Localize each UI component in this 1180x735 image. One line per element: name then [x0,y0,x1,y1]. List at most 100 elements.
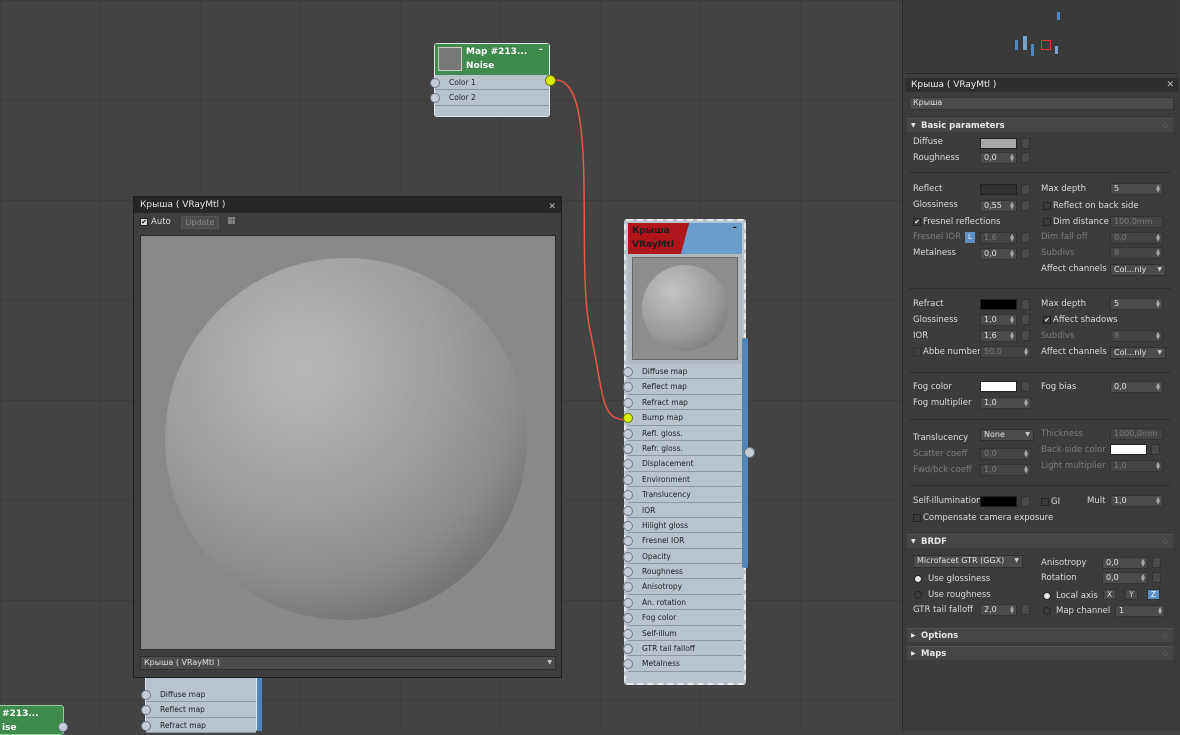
refract-color-swatch[interactable] [980,299,1017,310]
refr-glossiness-spinner[interactable]: 1,0 ▲ ▼ [980,314,1017,326]
mtl-slot[interactable]: Fog color [623,610,742,626]
anisotropy-map-button[interactable] [1152,557,1161,568]
spinner-arrows-icon[interactable]: ▲ ▼ [1141,574,1145,583]
light-multiplier-spinner[interactable]: 1,0 ▲ ▼ [1110,460,1163,472]
socket-icon[interactable] [623,474,633,485]
basic-parameters-rollout[interactable]: ▼ Basic parameters ⁘ [907,118,1173,132]
mtl-slot[interactable]: Refract map [623,394,742,411]
behind-slot[interactable]: Diffuse map [141,687,256,703]
roughness-spinner[interactable]: 0,0 ▲ ▼ [980,152,1017,164]
abbe-checkbox[interactable] [913,348,921,356]
close-icon[interactable]: ✕ [1166,78,1174,92]
refract-map-button[interactable] [1021,299,1030,310]
use-roughness-radio[interactable] [914,591,922,599]
noise-slot-color2[interactable]: Color 2 [430,90,549,106]
fog-color-map-button[interactable] [1021,381,1030,392]
refr-max-depth-spinner[interactable]: 5 ▲ ▼ [1110,298,1163,310]
noise-map-node[interactable]: Map #213... Noise – Color 1 Color 2 [430,43,556,117]
refr-affect-channels-dropdown[interactable]: Col...nly ▼ [1110,347,1166,359]
reflect-backside-checkbox[interactable] [1043,202,1051,210]
spinner-arrows-icon[interactable]: ▲ ▼ [1156,332,1160,341]
metalness-spinner[interactable]: 0,0 ▲ ▼ [980,248,1017,260]
socket-icon[interactable] [623,443,633,454]
maps-rollout[interactable]: ▶ Maps ⁘ [907,646,1173,660]
socket-icon[interactable] [623,367,633,377]
axis-y-button[interactable]: Y [1125,589,1138,600]
spinner-arrows-icon[interactable]: ▲ ▼ [1156,300,1160,309]
fresnel-checkbox[interactable]: ✔ [913,218,921,226]
refl-affect-channels-dropdown[interactable]: Col...nly ▼ [1110,264,1166,276]
material-preview-window[interactable]: Крыша ( VRayMtl ) ✕ ✔ Auto Update ▦ Крыш… [133,196,562,678]
mtl-slot[interactable]: Diffuse map [623,364,742,380]
socket-icon[interactable] [141,720,151,731]
refl-max-depth-spinner[interactable]: 5 ▲ ▼ [1110,183,1163,195]
thickness-spinner[interactable]: 1000,0mm [1110,428,1163,440]
dim-distance-spinner[interactable]: 100,0mm [1110,216,1163,228]
material-name-field[interactable]: Крыша [909,97,1174,110]
spinner-arrows-icon[interactable]: ▲ ▼ [1010,234,1014,243]
socket-icon[interactable] [623,582,633,593]
socket-icon[interactable] [623,567,633,578]
socket-icon[interactable] [623,459,633,470]
socket-icon[interactable] [623,536,633,547]
mult-spinner[interactable]: 1,0 ▲ ▼ [1110,495,1163,507]
spinner-arrows-icon[interactable]: ▲ ▼ [1010,202,1014,211]
mtl-slot[interactable]: Opacity [623,548,742,565]
socket-icon[interactable] [623,659,633,670]
reflect-map-button[interactable] [1021,184,1030,195]
preview-material-dropdown[interactable]: Крыша ( VRayMtl ) ▼ [140,656,556,670]
anisotropy-spinner[interactable]: 0,0 ▲ ▼ [1102,557,1148,569]
use-glossiness-radio[interactable] [914,575,922,583]
compensate-exposure-checkbox[interactable] [913,514,921,522]
gtr-tail-map-button[interactable] [1021,604,1030,615]
translucency-dropdown[interactable]: None ▼ [980,429,1034,441]
scatter-coeff-spinner[interactable]: 0,0 ▲ ▼ [980,448,1031,460]
spinner-arrows-icon[interactable]: ▲ ▼ [1010,154,1014,163]
affect-shadows-checkbox[interactable]: ✔ [1043,316,1051,324]
axis-z-button[interactable]: Z [1147,589,1160,600]
gi-checkbox[interactable] [1041,498,1049,506]
socket-icon[interactable] [623,382,633,393]
socket-icon[interactable] [430,78,440,88]
dim-falloff-spinner[interactable]: 0,0 ▲ ▼ [1110,232,1163,244]
spinner-arrows-icon[interactable]: ▲ ▼ [1024,450,1028,459]
ior-spinner[interactable]: 1,6 ▲ ▼ [980,330,1017,342]
mtl-slot[interactable]: Refr. gloss. [623,440,742,457]
spinner-arrows-icon[interactable]: ▲ ▼ [1024,466,1028,475]
fresnel-ior-lock-button[interactable]: L [965,232,975,243]
refr-gloss-map-button[interactable] [1021,314,1030,325]
self-illum-map-button[interactable] [1021,496,1030,507]
gtr-tail-spinner[interactable]: 2,0 ▲ ▼ [980,604,1017,616]
rotation-map-button[interactable] [1152,572,1161,583]
spinner-arrows-icon[interactable]: ▲ ▼ [1141,559,1145,568]
socket-icon[interactable] [141,705,151,716]
socket-icon[interactable] [623,428,633,439]
mtl-slot[interactable]: Fresnel IOR [623,533,742,549]
ior-map-button[interactable] [1021,330,1030,341]
spinner-arrows-icon[interactable]: ▲ ▼ [1010,332,1014,341]
abbe-spinner[interactable]: 50,0 ▲ ▼ [980,346,1031,358]
options-rollout[interactable]: ▶ Options ⁘ [907,628,1173,642]
socket-icon[interactable] [623,520,633,531]
mtl-slot[interactable]: Hilight gloss [623,517,742,534]
collapse-icon[interactable]: – [539,45,544,55]
spinner-arrows-icon[interactable]: ▲ ▼ [1010,250,1014,259]
socket-icon[interactable] [623,644,633,655]
socket-icon[interactable] [623,505,633,516]
settings-icon[interactable]: ▦ [227,216,236,226]
mtl-slot[interactable]: Displacement [623,456,742,472]
brdf-type-dropdown[interactable]: Microfacet GTR (GGX) ▼ [913,555,1023,568]
mtl-slot[interactable]: Anisotropy [623,579,742,595]
mtl-slot[interactable]: An. rotation [623,594,742,611]
spinner-arrows-icon[interactable]: ▲ ▼ [1156,234,1160,243]
mtl-slot[interactable]: Self-illum [623,625,742,642]
mtl-slot[interactable]: IOR [623,502,742,518]
socket-icon[interactable] [623,551,633,562]
fog-multiplier-spinner[interactable]: 1,0 ▲ ▼ [980,397,1031,409]
mtl-slot[interactable]: Bump map [623,410,742,426]
spinner-arrows-icon[interactable]: ▲ ▼ [1010,316,1014,325]
vraymtl-output-socket-icon[interactable] [744,447,755,458]
spinner-arrows-icon[interactable]: ▲ ▼ [1156,497,1160,506]
socket-icon[interactable] [141,690,151,700]
diffuse-color-swatch[interactable] [980,138,1017,149]
